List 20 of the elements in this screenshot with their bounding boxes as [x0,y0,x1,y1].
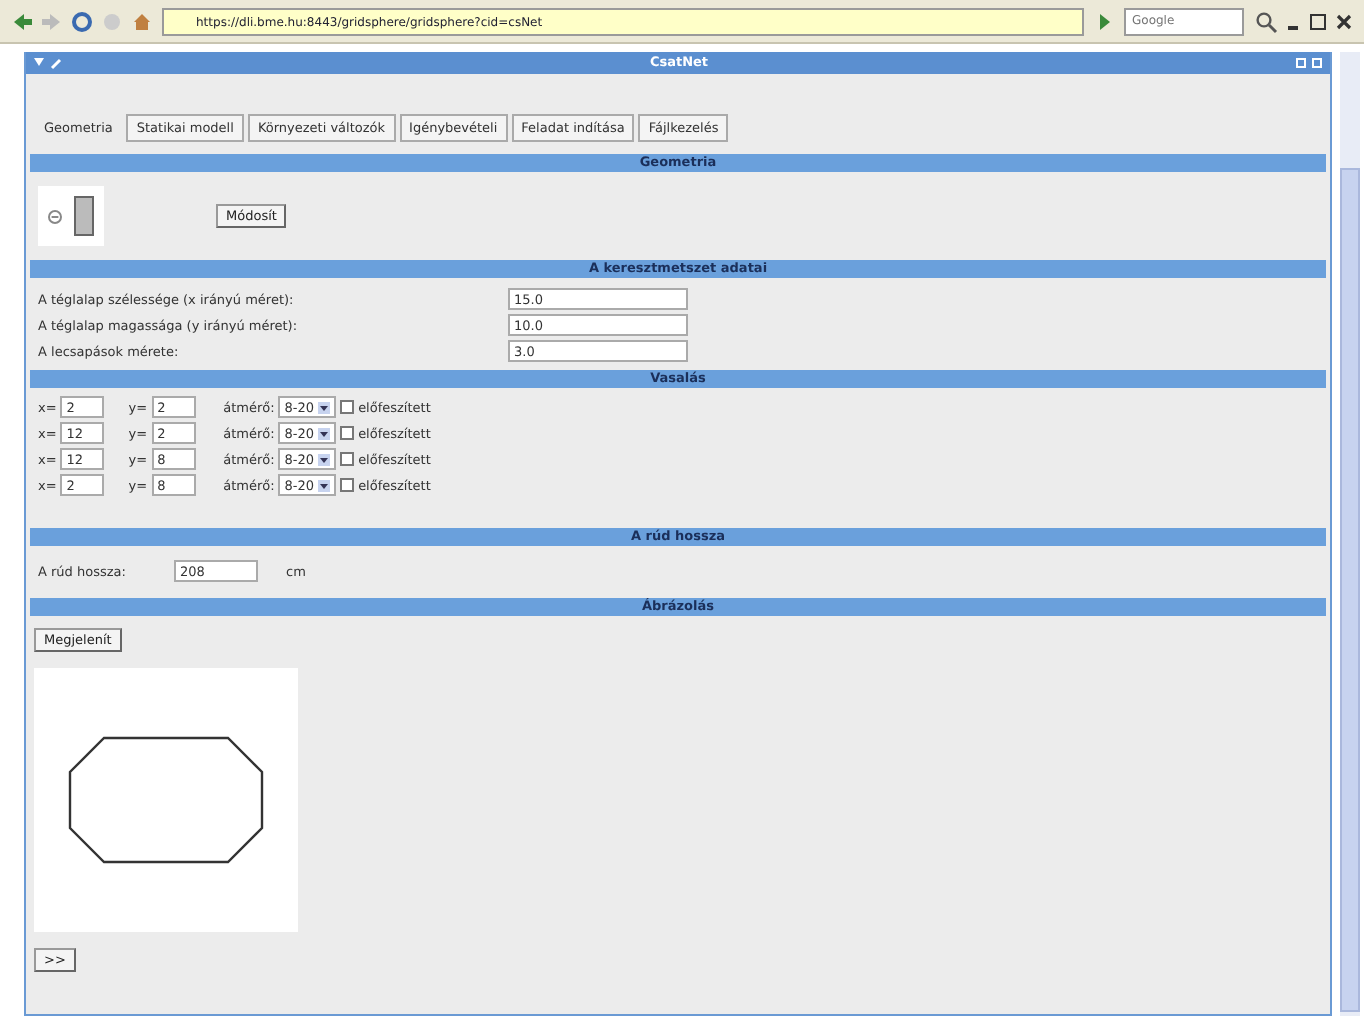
search-icon[interactable] [1254,9,1278,33]
home-icon[interactable] [132,11,152,31]
collapse-icon[interactable] [48,209,62,223]
reload-icon[interactable] [72,11,92,31]
dropdown-icon[interactable] [318,401,331,413]
close-icon[interactable] [1336,13,1352,29]
dropdown-icon[interactable] [318,479,331,491]
checkbox[interactable] [340,400,355,414]
dropdown-icon[interactable] [318,453,331,465]
scrollbar[interactable] [1340,52,1360,1016]
back-icon[interactable] [12,11,32,31]
wrench-icon[interactable] [50,57,62,69]
rectangle-icon [74,196,94,236]
checkbox[interactable] [340,452,355,466]
checkbox[interactable] [340,426,355,440]
go-icon[interactable] [1094,11,1114,31]
dropdown-icon[interactable] [318,427,331,439]
maximize-icon[interactable] [1310,13,1326,29]
collapse-icon[interactable] [34,58,44,68]
checkbox[interactable] [340,478,355,492]
